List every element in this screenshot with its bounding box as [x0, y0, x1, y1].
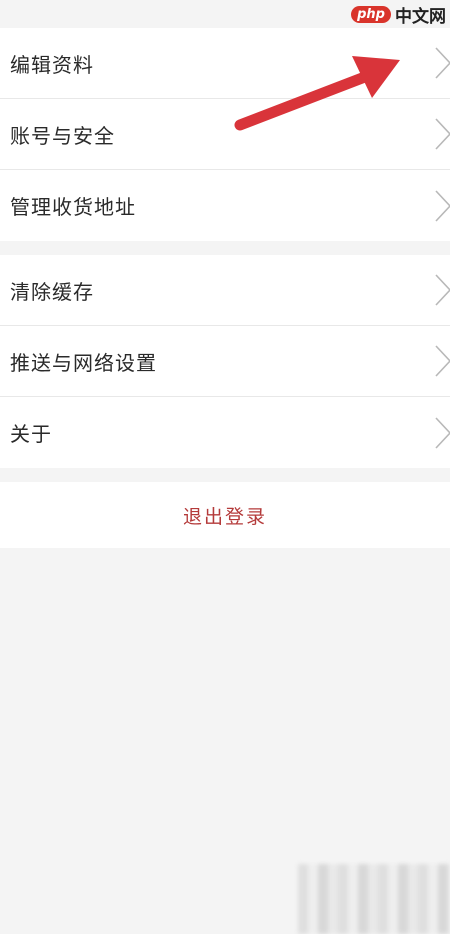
settings-item-clear-cache[interactable]: 清除缓存: [0, 255, 450, 326]
settings-item-edit-profile[interactable]: 编辑资料: [0, 28, 450, 99]
site-watermark: php 中文网: [351, 2, 446, 27]
settings-item-label: 关于: [10, 422, 52, 446]
blurred-watermark: [298, 864, 450, 934]
settings-item-manage-address[interactable]: 管理收货地址: [0, 170, 450, 241]
group-spacer: [0, 241, 450, 255]
group-spacer: [0, 468, 450, 482]
chevron-right-icon: [435, 189, 450, 222]
watermark-text: 中文网: [395, 7, 446, 27]
watermark-logo: php: [351, 6, 391, 23]
settings-item-push-network[interactable]: 推送与网络设置: [0, 326, 450, 397]
logout-button[interactable]: 退出登录: [0, 482, 450, 548]
settings-item-about[interactable]: 关于: [0, 397, 450, 468]
chevron-right-icon: [435, 47, 450, 79]
settings-item-account-security[interactable]: 账号与安全: [0, 99, 450, 170]
settings-item-label: 编辑资料: [10, 52, 94, 77]
logout-label: 退出登录: [182, 505, 267, 528]
settings-item-label: 账号与安全: [10, 123, 115, 148]
settings-page: php 中文网 编辑资料 账号与安全 管理收货地址 清除缓存 推送与网络设置 关…: [0, 0, 450, 934]
settings-group-account: 编辑资料 账号与安全 管理收货地址: [0, 28, 450, 241]
settings-item-label: 管理收货地址: [10, 195, 136, 219]
chevron-right-icon: [435, 274, 450, 306]
settings-group-general: 清除缓存 推送与网络设置 关于: [0, 255, 450, 468]
chevron-right-icon: [435, 416, 450, 449]
chevron-right-icon: [435, 345, 450, 377]
chevron-right-icon: [435, 118, 450, 150]
settings-item-label: 清除缓存: [10, 279, 94, 304]
settings-item-label: 推送与网络设置: [10, 350, 157, 375]
